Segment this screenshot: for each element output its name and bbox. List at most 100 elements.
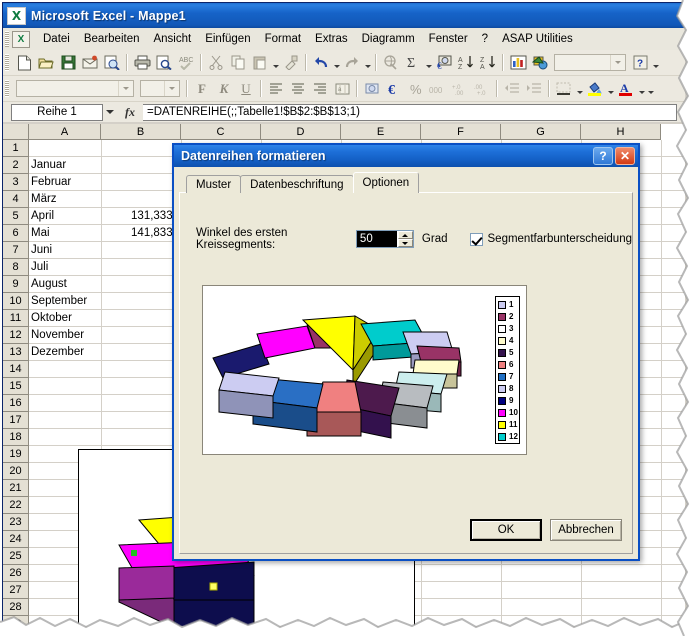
cell-b5[interactable]: 131,3333 [101, 208, 181, 224]
cell-a9[interactable]: August [29, 276, 101, 292]
hyperlink-icon[interactable] [380, 52, 402, 73]
row-header-13[interactable]: 13 [3, 344, 29, 361]
segment-color-checkbox[interactable] [469, 232, 483, 246]
menu-item-einfuegen[interactable]: Einfügen [198, 30, 257, 48]
percent-format-icon[interactable]: % [405, 78, 427, 99]
autosum-icon[interactable]: Σ [402, 52, 424, 73]
row-header-6[interactable]: 6 [3, 225, 29, 242]
menu-item-asap-utilities[interactable]: ASAP Utilities [495, 30, 580, 48]
row-header-12[interactable]: 12 [3, 327, 29, 344]
menu-item-fenster[interactable]: Fenster [422, 30, 475, 48]
decrease-indent-icon[interactable] [501, 78, 523, 99]
row-header-8[interactable]: 8 [3, 259, 29, 276]
row-header-29[interactable]: 29 [3, 616, 29, 626]
insert-function-icon[interactable]: fx [117, 105, 143, 120]
chevron-down-icon[interactable] [164, 81, 179, 96]
search-icon[interactable] [101, 52, 123, 73]
font-color-icon[interactable]: A [615, 78, 637, 99]
ok-button[interactable]: OK [470, 519, 542, 541]
row-header-24[interactable]: 24 [3, 531, 29, 548]
select-all-corner[interactable] [3, 124, 29, 140]
fill-color-dropdown-arrow[interactable] [606, 78, 615, 99]
chevron-down-icon[interactable] [118, 81, 133, 96]
row-header-5[interactable]: 5 [3, 208, 29, 225]
currency-format-icon[interactable] [361, 78, 383, 99]
column-header-e[interactable]: E [341, 124, 421, 140]
increase-decimal-icon[interactable]: +.0.00 [449, 78, 471, 99]
cell-a8[interactable]: Juli [29, 259, 101, 275]
italic-icon[interactable]: K [213, 78, 235, 99]
align-center-icon[interactable] [287, 78, 309, 99]
row-header-25[interactable]: 25 [3, 548, 29, 565]
redo-dropdown-arrow[interactable] [363, 52, 372, 73]
row-header-18[interactable]: 18 [3, 429, 29, 446]
menu-grip-handle[interactable] [5, 31, 9, 47]
align-right-icon[interactable] [309, 78, 331, 99]
paste-icon[interactable] [249, 52, 271, 73]
help-button[interactable]: ? [593, 147, 613, 165]
name-box-dropdown-arrow[interactable] [103, 105, 117, 120]
menu-item-format[interactable]: Format [258, 30, 308, 48]
copy-icon[interactable] [227, 52, 249, 73]
row-header-17[interactable]: 17 [3, 412, 29, 429]
cell-a3[interactable]: Februar [29, 174, 101, 190]
bold-icon[interactable]: F [191, 78, 213, 99]
row-header-3[interactable]: 3 [3, 174, 29, 191]
menu-item-datei[interactable]: Datei [36, 30, 77, 48]
underline-icon[interactable]: U [235, 78, 257, 99]
decrease-decimal-icon[interactable]: .00 +.0 [471, 78, 493, 99]
fill-color-icon[interactable] [584, 78, 606, 99]
cell-b3[interactable]: 1 [101, 174, 181, 190]
segment-color-checkbox-row[interactable]: Segmentfarbunterscheidung [469, 232, 632, 246]
cell-a11[interactable]: Oktober [29, 310, 101, 326]
autosum-dropdown-arrow[interactable] [424, 52, 433, 73]
cell-a5[interactable]: April [29, 208, 101, 224]
column-header-d[interactable]: D [261, 124, 341, 140]
format-painter-icon[interactable] [280, 52, 302, 73]
euro-format-icon[interactable]: € [383, 78, 405, 99]
row-header-11[interactable]: 11 [3, 310, 29, 327]
angle-value[interactable]: 50 [356, 231, 397, 247]
row-header-16[interactable]: 16 [3, 395, 29, 412]
drawing-icon[interactable] [529, 52, 551, 73]
cell-a12[interactable]: November [29, 327, 101, 343]
row-header-2[interactable]: 2 [3, 157, 29, 174]
tab-datenbeschriftung[interactable]: Datenbeschriftung [240, 175, 354, 193]
column-header-f[interactable]: F [421, 124, 501, 140]
row-header-23[interactable]: 23 [3, 514, 29, 531]
angle-spinner[interactable]: 50 [355, 230, 414, 248]
chevron-down-icon[interactable] [610, 55, 625, 70]
merge-cells-icon[interactable]: a [331, 78, 353, 99]
font-name-combobox[interactable] [16, 80, 134, 97]
undo-icon[interactable] [310, 52, 332, 73]
toolbar-overflow-arrow[interactable] [646, 78, 655, 99]
cell-a4[interactable]: März [29, 191, 101, 207]
row-header-4[interactable]: 4 [3, 191, 29, 208]
menu-item-diagramm[interactable]: Diagramm [355, 30, 422, 48]
redo-icon[interactable] [341, 52, 363, 73]
cell-b6[interactable]: 141,8333 [101, 225, 181, 241]
row-header-9[interactable]: 9 [3, 276, 29, 293]
font-size-combobox[interactable] [140, 80, 180, 97]
spinner-down-icon[interactable] [397, 239, 413, 247]
menu-item-bearbeiten[interactable]: Bearbeiten [77, 30, 147, 48]
borders-dropdown-arrow[interactable] [575, 78, 584, 99]
row-header-1[interactable]: 1 [3, 140, 29, 157]
cut-icon[interactable] [205, 52, 227, 73]
row-header-15[interactable]: 15 [3, 378, 29, 395]
align-left-icon[interactable] [265, 78, 287, 99]
name-box[interactable]: Reihe 1 [11, 103, 103, 121]
column-header-a[interactable]: A [29, 124, 101, 140]
cell-a10[interactable]: September [29, 293, 101, 309]
sort-ascending-icon[interactable]: AZ [455, 52, 477, 73]
thousands-separator-icon[interactable]: 000 [427, 78, 449, 99]
cell-a7[interactable]: Juni [29, 242, 101, 258]
row-header-7[interactable]: 7 [3, 242, 29, 259]
menu-item-ansicht[interactable]: Ansicht [146, 30, 198, 48]
spellcheck-icon[interactable]: ABC [175, 52, 197, 73]
cell-b4[interactable]: 1 [101, 191, 181, 207]
sort-descending-icon[interactable]: ZA [477, 52, 499, 73]
close-icon[interactable]: ✕ [615, 147, 635, 165]
column-header-g[interactable]: G [501, 124, 581, 140]
row-header-26[interactable]: 26 [3, 565, 29, 582]
